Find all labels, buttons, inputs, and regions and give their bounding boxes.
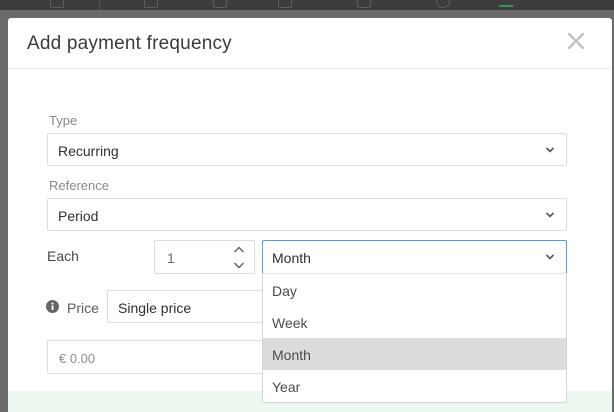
- chevron-up-icon[interactable]: [232, 243, 246, 255]
- price-amount-placeholder: € 0.00: [59, 351, 96, 366]
- price-amount-input[interactable]: € 0.00: [47, 340, 267, 374]
- toolbar-page-icon: [357, 0, 371, 8]
- dropdown-option-week[interactable]: Week: [263, 306, 566, 338]
- price-label: Price: [67, 300, 99, 316]
- toolbar-active-indicator: [499, 0, 513, 7]
- reference-value: Period: [58, 208, 99, 224]
- chevron-down-icon[interactable]: [232, 258, 246, 270]
- reference-label: Reference: [49, 178, 109, 193]
- toolbar-image-icon: [278, 0, 292, 8]
- toolbar-export-icon: [213, 0, 227, 8]
- toolbar-grid-icon: [144, 0, 158, 8]
- dropdown-option-year[interactable]: Year: [263, 370, 566, 402]
- close-button[interactable]: [565, 30, 587, 52]
- quantity-stepper[interactable]: 1: [154, 240, 255, 274]
- chevron-down-icon: [545, 210, 555, 220]
- dropdown-option-label: Day: [272, 283, 297, 299]
- chevron-down-icon: [545, 252, 555, 262]
- toolbar-circle-icon: [436, 0, 450, 8]
- type-value: Recurring: [58, 143, 119, 159]
- dropdown-option-label: Year: [272, 379, 301, 395]
- info-icon[interactable]: [46, 300, 59, 313]
- chevron-down-icon: [545, 145, 555, 155]
- dropdown-option-month[interactable]: Month: [263, 338, 566, 370]
- type-label: Type: [49, 113, 78, 128]
- dialog-title: Add payment frequency: [27, 33, 232, 54]
- period-unit-value: Month: [272, 250, 311, 266]
- price-mode-value: Single price: [118, 300, 192, 316]
- price-mode-select[interactable]: Single price: [107, 290, 267, 323]
- period-unit-dropdown: Day Week Month Year: [262, 273, 567, 403]
- toolbar-star-icon: [50, 0, 64, 8]
- dropdown-option-label: Month: [272, 347, 311, 363]
- dropdown-option-day[interactable]: Day: [263, 274, 566, 306]
- dialog-header: Add payment frequency: [8, 18, 612, 69]
- close-icon: [567, 32, 585, 50]
- period-unit-select[interactable]: Month: [262, 240, 567, 274]
- type-select[interactable]: Recurring: [47, 133, 567, 166]
- quantity-value: 1: [167, 250, 175, 266]
- dropdown-option-label: Week: [272, 315, 308, 331]
- reference-select[interactable]: Period: [47, 198, 567, 231]
- each-label: Each: [47, 248, 79, 264]
- toolbar-divider: [99, 0, 100, 10]
- background-toolbar: [0, 0, 614, 10]
